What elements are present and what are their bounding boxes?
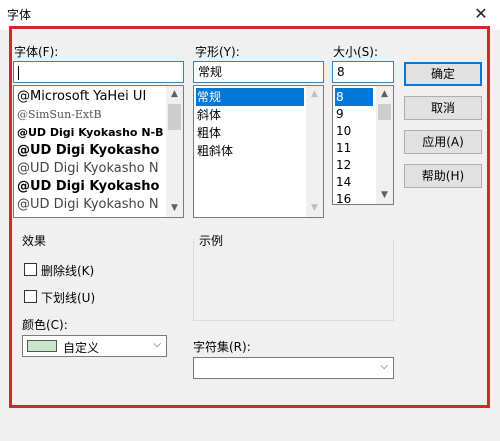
font-list-item[interactable]: @UD Digi Kyokasho N (16, 142, 164, 160)
style-list-item[interactable]: 粗体 (196, 124, 304, 142)
chevron-down-icon: ⌵ (153, 339, 161, 350)
effects-label: 效果 (22, 234, 47, 248)
text-caret (18, 65, 19, 80)
style-input[interactable]: 常规 (193, 61, 324, 83)
font-list-item[interactable]: @Microsoft YaHei UI (16, 88, 164, 106)
color-swatch (27, 340, 57, 352)
underline-label[interactable]: 下划线(U) (41, 289, 95, 306)
scroll-thumb[interactable] (378, 104, 391, 120)
color-select[interactable]: 自定义 ⌵ (22, 335, 167, 357)
size-list-item[interactable]: 11 (335, 139, 373, 157)
color-select-value: 自定义 (63, 341, 100, 355)
chevron-down-icon: ⌵ (380, 361, 388, 372)
strikeout-checkbox[interactable] (24, 263, 37, 276)
font-list-item[interactable]: @UD Digi Kyokasho N (16, 178, 164, 196)
size-list-item[interactable]: 16 (335, 190, 373, 204)
size-label: 大小(S): (333, 45, 379, 59)
close-icon[interactable]: ✕ (468, 2, 494, 26)
underline-checkbox[interactable] (24, 290, 37, 303)
sample-box (193, 239, 394, 321)
font-list-item[interactable]: @UD Digi Kyokasho N (16, 196, 164, 214)
charset-select[interactable]: ⌵ (193, 357, 394, 379)
style-list-scrollbar[interactable]: ▲ ▼ (306, 86, 323, 217)
style-list-item[interactable]: 常规 (196, 88, 304, 106)
scroll-up-icon[interactable]: ▲ (376, 86, 393, 103)
font-list-item[interactable]: @UD Digi Kyokasho N-B (16, 124, 164, 142)
strikeout-label[interactable]: 删除线(K) (41, 262, 94, 279)
style-list-item[interactable]: 斜体 (196, 106, 304, 124)
size-list-item[interactable]: 12 (335, 156, 373, 174)
window-title: 字体 (7, 8, 32, 22)
style-label: 字形(Y): (195, 45, 240, 59)
size-list[interactable]: 8 9 10 11 12 14 16 ▲ ▼ (332, 85, 394, 205)
dialog-body: 字体(F): @Microsoft YaHei UI @SimSun-ExtB … (0, 26, 500, 441)
font-list-item[interactable]: @UD Digi Kyokasho N (16, 160, 164, 178)
scroll-up-icon[interactable]: ▲ (166, 86, 183, 103)
scroll-down-icon[interactable]: ▼ (376, 187, 393, 204)
size-list-item[interactable]: 8 (335, 88, 373, 106)
title-bar: 字体 ✕ (0, 0, 500, 30)
style-list-item[interactable]: 粗斜体 (196, 142, 304, 160)
size-list-item[interactable]: 14 (335, 173, 373, 191)
style-list[interactable]: 常规 斜体 粗体 粗斜体 ▲ ▼ (193, 85, 324, 218)
help-button[interactable]: 帮助(H) (404, 164, 482, 188)
scroll-down-icon[interactable]: ▼ (166, 200, 183, 217)
font-list[interactable]: @Microsoft YaHei UI @SimSun-ExtB @UD Dig… (13, 85, 184, 218)
size-list-item[interactable]: 9 (335, 105, 373, 123)
charset-label: 字符集(R): (193, 340, 251, 354)
size-input[interactable]: 8 (332, 61, 394, 83)
font-list-scrollbar[interactable]: ▲ ▼ (166, 86, 183, 217)
ok-button[interactable]: 确定 (404, 62, 482, 86)
size-list-scrollbar[interactable]: ▲ ▼ (376, 86, 393, 204)
font-list-item[interactable]: @SimSun-ExtB (16, 106, 164, 124)
size-list-item[interactable]: 10 (335, 122, 373, 140)
font-input[interactable] (13, 61, 184, 83)
color-label: 颜色(C): (22, 318, 68, 332)
scroll-down-icon[interactable]: ▼ (306, 200, 323, 217)
apply-button[interactable]: 应用(A) (404, 130, 482, 154)
cancel-button[interactable]: 取消 (404, 96, 482, 120)
scroll-up-icon[interactable]: ▲ (306, 86, 323, 103)
font-label: 字体(F): (14, 45, 59, 59)
scroll-thumb[interactable] (168, 104, 181, 130)
